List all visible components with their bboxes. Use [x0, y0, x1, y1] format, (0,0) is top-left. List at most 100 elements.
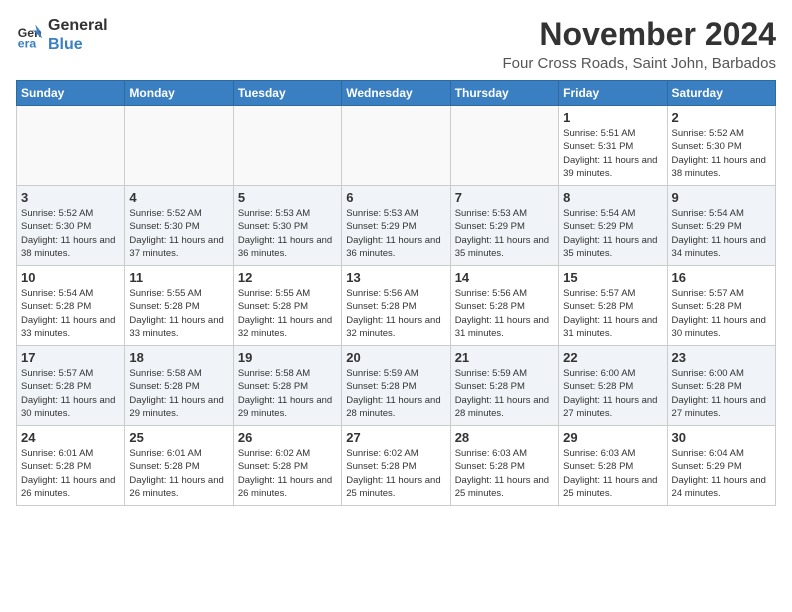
calendar-day-cell — [450, 106, 558, 186]
title-area: November 2024 Four Cross Roads, Saint Jo… — [503, 16, 776, 72]
day-info: Sunrise: 6:02 AM Sunset: 5:28 PM Dayligh… — [346, 447, 445, 500]
day-info: Sunrise: 5:59 AM Sunset: 5:28 PM Dayligh… — [455, 367, 554, 420]
calendar-day-cell: 16 Sunrise: 5:57 AM Sunset: 5:28 PM Dayli… — [667, 266, 775, 346]
day-number: 6 — [346, 190, 445, 205]
day-number: 2 — [672, 110, 771, 125]
calendar-day-cell: 29Sunrise: 6:03 AM Sunset: 5:28 PM Dayli… — [559, 426, 667, 506]
day-info: Sunrise: 5:59 AM Sunset: 5:28 PM Dayligh… — [346, 367, 445, 420]
calendar-day-cell — [17, 106, 125, 186]
day-number: 1 — [563, 110, 662, 125]
day-info: Sunrise: 5:51 AM Sunset: 5:31 PM Dayligh… — [563, 127, 662, 180]
calendar-day-cell: 30Sunrise: 6:04 AM Sunset: 5:29 PM Dayli… — [667, 426, 775, 506]
calendar-day-cell: 1 Sunrise: 5:51 AM Sunset: 5:31 PM Daylig… — [559, 106, 667, 186]
day-info: Sunrise: 6:04 AM Sunset: 5:29 PM Dayligh… — [672, 447, 771, 500]
calendar-day-cell: 27 Sunrise: 6:02 AM Sunset: 5:28 PM Dayli… — [342, 426, 450, 506]
calendar-day-cell — [342, 106, 450, 186]
day-number: 28 — [455, 430, 554, 445]
page-header: Gen era General Blue November 2024 Four … — [16, 16, 776, 72]
day-info: Sunrise: 5:55 AM Sunset: 5:28 PM Dayligh… — [129, 287, 228, 340]
day-info: Sunrise: 6:01 AM Sunset: 5:28 PM Dayligh… — [129, 447, 228, 500]
day-number: 4 — [129, 190, 228, 205]
calendar-day-cell: 28 Sunrise: 6:03 AM Sunset: 5:28 PM Dayli… — [450, 426, 558, 506]
day-number: 15 — [563, 270, 662, 285]
day-number: 27 — [346, 430, 445, 445]
day-number: 20 — [346, 350, 445, 365]
calendar-week-row: 24Sunrise: 6:01 AM Sunset: 5:28 PM Dayli… — [17, 426, 776, 506]
day-info: Sunrise: 5:57 AM Sunset: 5:28 PM Dayligh… — [563, 287, 662, 340]
day-number: 7 — [455, 190, 554, 205]
calendar-day-cell: 17 Sunrise: 5:57 AM Sunset: 5:28 PM Dayli… — [17, 346, 125, 426]
calendar-day-cell: 10 Sunrise: 5:54 AM Sunset: 5:28 PM Dayli… — [17, 266, 125, 346]
day-number: 18 — [129, 350, 228, 365]
weekday-header: Tuesday — [233, 81, 341, 106]
calendar-day-cell — [125, 106, 233, 186]
calendar-day-cell: 26Sunrise: 6:02 AM Sunset: 5:28 PM Dayli… — [233, 426, 341, 506]
day-info: Sunrise: 6:00 AM Sunset: 5:28 PM Dayligh… — [563, 367, 662, 420]
location-title: Four Cross Roads, Saint John, Barbados — [503, 55, 776, 72]
day-info: Sunrise: 5:53 AM Sunset: 5:29 PM Dayligh… — [455, 207, 554, 260]
day-number: 23 — [672, 350, 771, 365]
calendar-day-cell: 21 Sunrise: 5:59 AM Sunset: 5:28 PM Dayli… — [450, 346, 558, 426]
day-number: 10 — [21, 270, 120, 285]
logo: Gen era General Blue — [16, 16, 108, 54]
calendar-day-cell: 20 Sunrise: 5:59 AM Sunset: 5:28 PM Dayli… — [342, 346, 450, 426]
day-info: Sunrise: 6:03 AM Sunset: 5:28 PM Dayligh… — [455, 447, 554, 500]
day-info: Sunrise: 5:54 AM Sunset: 5:29 PM Dayligh… — [672, 207, 771, 260]
calendar-header-row: SundayMondayTuesdayWednesdayThursdayFrid… — [17, 81, 776, 106]
day-info: Sunrise: 5:53 AM Sunset: 5:30 PM Dayligh… — [238, 207, 337, 260]
day-number: 14 — [455, 270, 554, 285]
calendar-week-row: 1 Sunrise: 5:51 AM Sunset: 5:31 PM Daylig… — [17, 106, 776, 186]
calendar-day-cell: 15 Sunrise: 5:57 AM Sunset: 5:28 PM Dayli… — [559, 266, 667, 346]
calendar-day-cell: 2 Sunrise: 5:52 AM Sunset: 5:30 PM Daylig… — [667, 106, 775, 186]
calendar-day-cell: 12Sunrise: 5:55 AM Sunset: 5:28 PM Dayli… — [233, 266, 341, 346]
weekday-header: Wednesday — [342, 81, 450, 106]
day-info: Sunrise: 5:58 AM Sunset: 5:28 PM Dayligh… — [238, 367, 337, 420]
day-info: Sunrise: 5:54 AM Sunset: 5:28 PM Dayligh… — [21, 287, 120, 340]
day-number: 8 — [563, 190, 662, 205]
day-info: Sunrise: 5:52 AM Sunset: 5:30 PM Dayligh… — [129, 207, 228, 260]
day-info: Sunrise: 5:57 AM Sunset: 5:28 PM Dayligh… — [672, 287, 771, 340]
calendar-day-cell — [233, 106, 341, 186]
day-number: 11 — [129, 270, 228, 285]
day-number: 3 — [21, 190, 120, 205]
day-info: Sunrise: 6:00 AM Sunset: 5:28 PM Dayligh… — [672, 367, 771, 420]
day-info: Sunrise: 5:58 AM Sunset: 5:28 PM Dayligh… — [129, 367, 228, 420]
day-info: Sunrise: 5:57 AM Sunset: 5:28 PM Dayligh… — [21, 367, 120, 420]
month-title: November 2024 — [503, 16, 776, 53]
calendar-day-cell: 3 Sunrise: 5:52 AM Sunset: 5:30 PM Daylig… — [17, 186, 125, 266]
day-number: 13 — [346, 270, 445, 285]
weekday-header: Friday — [559, 81, 667, 106]
day-info: Sunrise: 5:56 AM Sunset: 5:28 PM Dayligh… — [346, 287, 445, 340]
day-number: 29 — [563, 430, 662, 445]
logo-general: General — [48, 16, 108, 35]
calendar-day-cell: 8 Sunrise: 5:54 AM Sunset: 5:29 PM Daylig… — [559, 186, 667, 266]
day-number: 19 — [238, 350, 337, 365]
day-info: Sunrise: 6:01 AM Sunset: 5:28 PM Dayligh… — [21, 447, 120, 500]
weekday-header: Saturday — [667, 81, 775, 106]
day-number: 22 — [563, 350, 662, 365]
weekday-header: Thursday — [450, 81, 558, 106]
calendar-day-cell: 6 Sunrise: 5:53 AM Sunset: 5:29 PM Daylig… — [342, 186, 450, 266]
calendar-week-row: 3 Sunrise: 5:52 AM Sunset: 5:30 PM Daylig… — [17, 186, 776, 266]
day-info: Sunrise: 5:53 AM Sunset: 5:29 PM Dayligh… — [346, 207, 445, 260]
svg-text:era: era — [18, 36, 37, 49]
day-number: 5 — [238, 190, 337, 205]
calendar-day-cell: 18 Sunrise: 5:58 AM Sunset: 5:28 PM Dayli… — [125, 346, 233, 426]
day-number: 21 — [455, 350, 554, 365]
calendar-day-cell: 25Sunrise: 6:01 AM Sunset: 5:28 PM Dayli… — [125, 426, 233, 506]
weekday-header: Sunday — [17, 81, 125, 106]
calendar-day-cell: 7 Sunrise: 5:53 AM Sunset: 5:29 PM Daylig… — [450, 186, 558, 266]
logo-icon: Gen era — [16, 21, 44, 49]
day-number: 26 — [238, 430, 337, 445]
weekday-header: Monday — [125, 81, 233, 106]
calendar-day-cell: 4 Sunrise: 5:52 AM Sunset: 5:30 PM Daylig… — [125, 186, 233, 266]
day-number: 16 — [672, 270, 771, 285]
day-info: Sunrise: 5:52 AM Sunset: 5:30 PM Dayligh… — [21, 207, 120, 260]
day-number: 17 — [21, 350, 120, 365]
day-info: Sunrise: 5:54 AM Sunset: 5:29 PM Dayligh… — [563, 207, 662, 260]
day-info: Sunrise: 5:52 AM Sunset: 5:30 PM Dayligh… — [672, 127, 771, 180]
calendar-week-row: 17 Sunrise: 5:57 AM Sunset: 5:28 PM Dayli… — [17, 346, 776, 426]
calendar-day-cell: 23 Sunrise: 6:00 AM Sunset: 5:28 PM Dayli… — [667, 346, 775, 426]
calendar-day-cell: 22 Sunrise: 6:00 AM Sunset: 5:28 PM Dayli… — [559, 346, 667, 426]
calendar-day-cell: 9Sunrise: 5:54 AM Sunset: 5:29 PM Daylig… — [667, 186, 775, 266]
